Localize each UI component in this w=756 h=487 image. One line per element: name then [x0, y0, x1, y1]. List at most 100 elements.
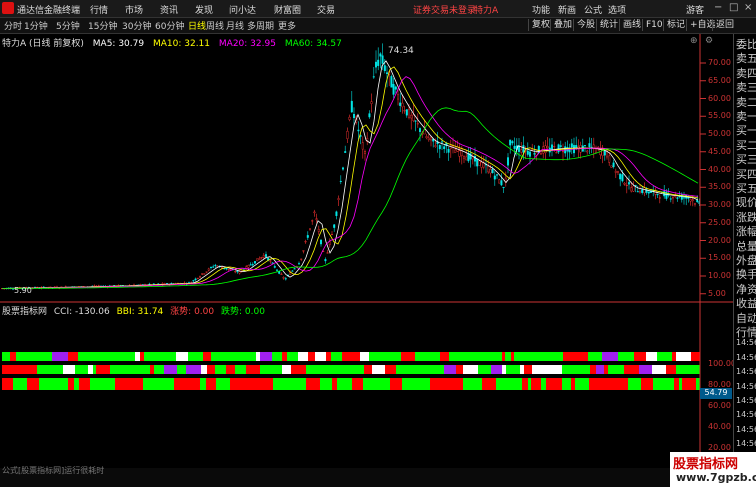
candle-body	[212, 266, 215, 268]
menu-discover[interactable]: 发现	[195, 3, 213, 16]
menu-wealth[interactable]: 财富圈	[274, 3, 301, 16]
candle-body	[430, 136, 433, 141]
indicator-bar-segment	[662, 365, 666, 374]
close-icon[interactable]: ×	[744, 2, 752, 13]
candle-body	[203, 273, 206, 275]
side-panel-label: 14:56	[736, 367, 756, 377]
indicator-bar-segment	[553, 378, 562, 390]
tool-mark[interactable]: 标记	[663, 19, 688, 31]
period-weekly[interactable]: 周线	[206, 19, 224, 32]
tool-overlay[interactable]: 叠加	[550, 19, 575, 31]
candle-body	[251, 264, 254, 266]
period-intraday[interactable]: 分时	[4, 19, 22, 32]
menu-market-list[interactable]: 市场	[125, 3, 143, 16]
indicator-bar-segment	[257, 378, 273, 390]
candle-body	[225, 267, 228, 270]
indicator-bar-segment	[444, 378, 448, 390]
candle-body	[284, 278, 287, 280]
candle-body	[489, 169, 492, 174]
menu-function[interactable]: 功能	[532, 3, 550, 16]
indicator-bar-segment	[473, 378, 482, 390]
tool-stats[interactable]: 统计	[596, 19, 621, 31]
period-15min[interactable]: 15分钟	[88, 19, 117, 32]
candle-body	[368, 113, 371, 118]
tool-back[interactable]: 返回	[712, 19, 737, 31]
login-notice[interactable]: 证券交易未登录	[413, 3, 476, 16]
candle-body	[476, 158, 479, 167]
period-60min[interactable]: 60分钟	[155, 19, 184, 32]
candle-body	[152, 283, 155, 285]
menu-new-draw[interactable]: 新画	[558, 3, 576, 16]
indicator-bar-segment	[691, 352, 700, 361]
indicator-bar-segment	[679, 378, 682, 390]
indicator-bar-segment	[401, 352, 415, 361]
candle-body	[194, 278, 197, 281]
minimize-icon[interactable]: −	[714, 2, 722, 13]
indicator-bar-segment	[448, 378, 463, 390]
candle-body	[335, 211, 338, 216]
tool-draw[interactable]: 画线	[619, 19, 644, 31]
period-5min[interactable]: 5分钟	[56, 19, 80, 32]
period-1min[interactable]: 1分钟	[24, 19, 48, 32]
candle-body	[588, 143, 591, 147]
indicator-bar-segment	[113, 365, 126, 374]
indicator-bar-segment	[520, 365, 524, 374]
candle-body	[379, 53, 382, 57]
indicator-bar-segment	[346, 365, 350, 374]
indicator-bar-segment	[306, 378, 320, 390]
quote-side-panel[interactable]: 委比 卖五 卖四 卖三 卖二 卖一 买一 买二 买三 买四 买五 现价 涨跌 涨幅 总量 外盘 换手 净资 收益 自动…	[733, 34, 756, 487]
candle-body	[630, 187, 633, 192]
period-monthly[interactable]: 月线	[226, 19, 244, 32]
menu-ask[interactable]: 问小达	[229, 3, 256, 16]
candle-body	[269, 260, 272, 262]
candles	[1, 43, 701, 291]
candle-body	[298, 263, 301, 265]
indicator-bar-segment	[143, 378, 148, 390]
ma60-line	[2, 107, 699, 289]
indicator-bar-segment	[491, 365, 502, 374]
candle-body	[465, 156, 468, 161]
indicator-bar-segment	[186, 365, 201, 374]
indicator-bar-segment	[331, 352, 342, 361]
candle-body	[639, 191, 642, 194]
indicator-tick-label: 40.00	[708, 422, 731, 431]
indicator-bar-segment	[53, 378, 56, 390]
menu-news[interactable]: 资讯	[160, 3, 178, 16]
candle-body	[696, 200, 699, 202]
indicator-bar-segment	[200, 378, 206, 390]
indicator-bar-segment	[522, 378, 528, 390]
candle-body	[249, 264, 252, 266]
price-tick-label: 60.00	[708, 93, 731, 103]
indicator-bar-segment	[203, 352, 211, 361]
indicator-bar-segment	[608, 365, 624, 374]
indicator-bar-segment	[298, 365, 306, 374]
indicator-bar-segment	[533, 352, 549, 361]
candle-body	[694, 203, 697, 205]
indicator-bar-segment	[195, 378, 200, 390]
indicator-bar-segment	[75, 365, 88, 374]
period-multi[interactable]: 多周期	[247, 19, 274, 32]
candle-body	[282, 277, 285, 279]
price-tick-label: 65.00	[708, 75, 731, 85]
indicator-bar-segment	[272, 352, 282, 361]
menu-guest[interactable]: 游客	[686, 3, 704, 16]
candle-body	[317, 228, 320, 232]
period-more[interactable]: 更多	[278, 19, 296, 32]
menu-trade[interactable]: 交易	[317, 3, 335, 16]
candle-body	[562, 151, 565, 153]
candle-body	[392, 83, 395, 95]
menu-options[interactable]: 选项	[608, 3, 626, 16]
price-tick-label: 45.00	[708, 146, 731, 156]
period-30min[interactable]: 30分钟	[122, 19, 151, 32]
maximize-icon[interactable]: □	[729, 2, 738, 13]
candle-body	[458, 150, 461, 157]
candle-body	[603, 150, 606, 156]
period-daily[interactable]: 日线	[188, 19, 206, 32]
tool-today[interactable]: 今股	[573, 19, 598, 31]
candle-body	[672, 197, 675, 199]
indicator-bar-segment	[241, 365, 246, 374]
candle-body	[320, 239, 323, 245]
menu-formula[interactable]: 公式	[584, 3, 602, 16]
menu-market[interactable]: 行情	[90, 3, 108, 16]
indicator-bar-segment	[588, 352, 602, 361]
